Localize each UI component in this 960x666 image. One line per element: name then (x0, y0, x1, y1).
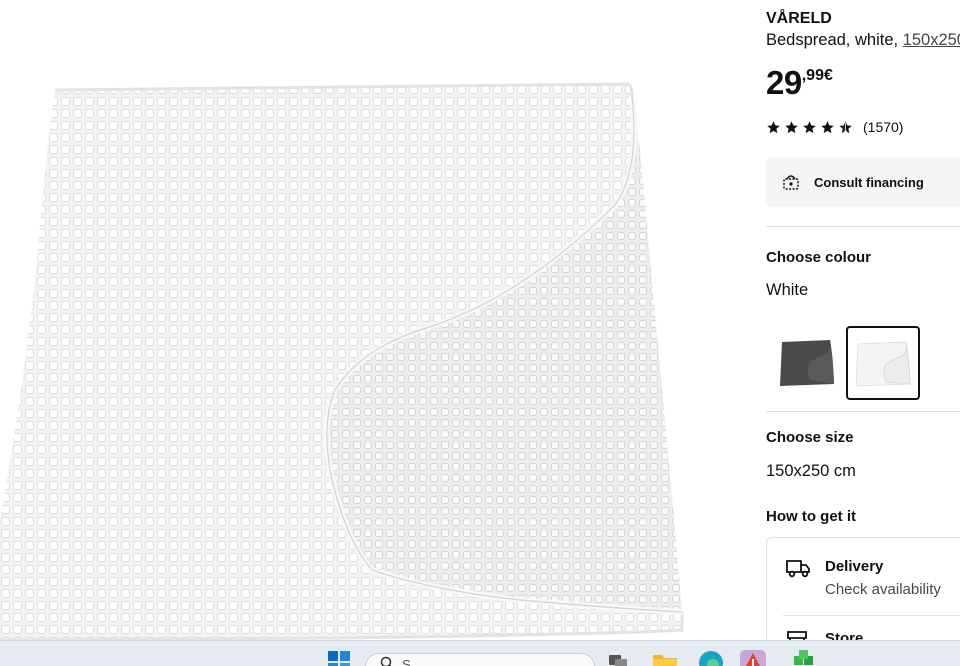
rating-stars (766, 120, 853, 135)
delivery-truck-icon (786, 560, 810, 578)
divider (766, 226, 960, 227)
price-integer: 29 (766, 64, 802, 101)
search-icon (380, 656, 392, 666)
star-full-icon (767, 120, 780, 133)
taskbar-search-box[interactable]: S (365, 653, 595, 666)
edge-browser-icon[interactable] (698, 650, 724, 666)
star-full-icon (785, 120, 798, 133)
delivery-option-title[interactable]: Delivery (825, 558, 883, 575)
how-to-get-it-heading: How to get it (766, 508, 856, 525)
consult-financing-button[interactable]: Consult financing (766, 157, 960, 207)
taskbar-search-placeholder: S (402, 656, 411, 666)
price-decimal: ,99€ (801, 67, 833, 84)
task-view-icon[interactable] (607, 650, 629, 666)
financing-icon (783, 175, 799, 190)
pinned-app-icon[interactable] (740, 650, 766, 666)
green-app-icon[interactable] (792, 650, 816, 666)
colour-swatch-white[interactable] (846, 326, 920, 400)
product-description: Bedspread, white, 150x250 (766, 31, 960, 50)
divider (783, 615, 960, 616)
product-name[interactable]: VÅRELD (766, 10, 832, 28)
fulfilment-options: Delivery Check availability Store (766, 537, 960, 640)
star-full-icon (821, 120, 834, 133)
choose-size-heading: Choose size (766, 429, 854, 446)
product-image[interactable] (0, 0, 745, 640)
store-icon (787, 631, 807, 640)
size-link[interactable]: 150x250 (903, 31, 960, 49)
windows-start-icon[interactable] (327, 650, 351, 666)
taskbar: S (0, 640, 960, 666)
star-half-icon (839, 120, 852, 133)
rating-summary[interactable]: (1570) (766, 119, 903, 135)
star-full-icon (803, 120, 816, 133)
file-explorer-icon[interactable] (652, 650, 678, 666)
divider (766, 411, 960, 412)
choose-colour-heading: Choose colour (766, 249, 872, 266)
selected-colour: White (766, 281, 809, 299)
dark-grey-bedspread-thumbnail (780, 340, 834, 386)
selected-size: 150x250 cm (766, 462, 856, 480)
bedspread-image (0, 82, 684, 640)
consult-financing-label: Consult financing (814, 174, 924, 190)
delivery-check-availability[interactable]: Check availability (825, 581, 941, 598)
store-option-title[interactable]: Store (825, 630, 863, 640)
product-description-text: Bedspread, white, (766, 31, 903, 49)
rating-count: (1570) (863, 119, 904, 135)
product-info-panel: VÅRELD Bedspread, white, 150x250 29,99€ … (766, 0, 960, 640)
colour-swatch-dark-grey[interactable] (770, 326, 844, 400)
product-price: 29,99€ (766, 64, 833, 102)
white-bedspread-thumbnail (855, 341, 911, 387)
